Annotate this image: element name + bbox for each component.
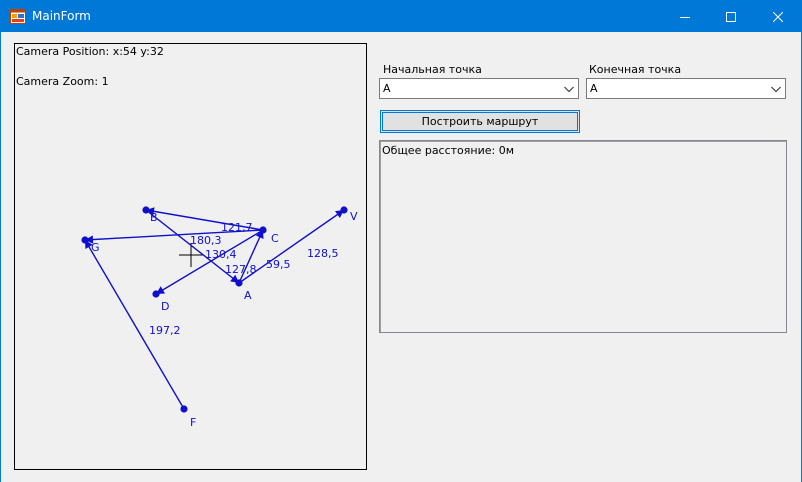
edge-weight-label: 59,5 — [266, 258, 291, 271]
node-label: C — [271, 232, 279, 245]
close-button[interactable] — [755, 1, 801, 32]
start-point-value: A — [383, 82, 391, 95]
total-distance-text: Общее расстояние: 0м — [382, 144, 515, 157]
start-point-select[interactable]: A — [379, 78, 579, 99]
build-route-label: Построить маршрут — [421, 115, 539, 128]
node-label: D — [161, 300, 169, 313]
graph-node — [180, 405, 188, 413]
chevron-down-icon — [564, 86, 574, 93]
graph-svg: 121,7180,3130,4127,859,5128,5197,2BCGVDA… — [81, 206, 358, 429]
edge-weight-label: 180,3 — [190, 234, 222, 247]
maximize-icon — [726, 11, 736, 22]
end-point-select[interactable]: A — [586, 78, 786, 99]
node-label: G — [91, 241, 100, 254]
chevron-down-icon — [771, 86, 781, 93]
edge-weight-label: 128,5 — [307, 247, 339, 260]
graph-canvas[interactable]: Camera Position: x:54 y:32 Camera Zoom: … — [14, 43, 367, 470]
build-route-button[interactable]: Построить маршрут — [380, 110, 580, 133]
close-icon — [773, 11, 783, 22]
route-output-box[interactable]: Общее расстояние: 0м — [379, 140, 787, 333]
graph-node — [81, 236, 89, 244]
graph-node — [235, 279, 243, 287]
start-point-label: Начальная точка — [383, 63, 482, 76]
graph-node — [340, 206, 348, 214]
client-area: Camera Position: x:54 y:32 Camera Zoom: … — [1, 32, 801, 482]
node-label: V — [350, 210, 358, 223]
main-window: MainForm Camera Position: x:54 y:32 Came… — [0, 0, 802, 482]
end-point-label: Конечная точка — [589, 63, 682, 76]
maximize-button[interactable] — [708, 1, 754, 32]
graph-node — [152, 290, 160, 298]
node-label: A — [244, 289, 252, 302]
minimize-button[interactable] — [662, 1, 708, 32]
node-label: B — [150, 211, 158, 224]
edge-weight-label: 197,2 — [149, 324, 181, 337]
node-label: F — [190, 416, 196, 429]
title-bar[interactable]: MainForm — [1, 1, 801, 32]
app-icon — [10, 9, 26, 24]
graph-node — [142, 206, 150, 214]
graph-node — [259, 226, 267, 234]
end-point-value: A — [590, 82, 598, 95]
minimize-icon — [680, 16, 690, 18]
window-title: MainForm — [32, 9, 91, 23]
